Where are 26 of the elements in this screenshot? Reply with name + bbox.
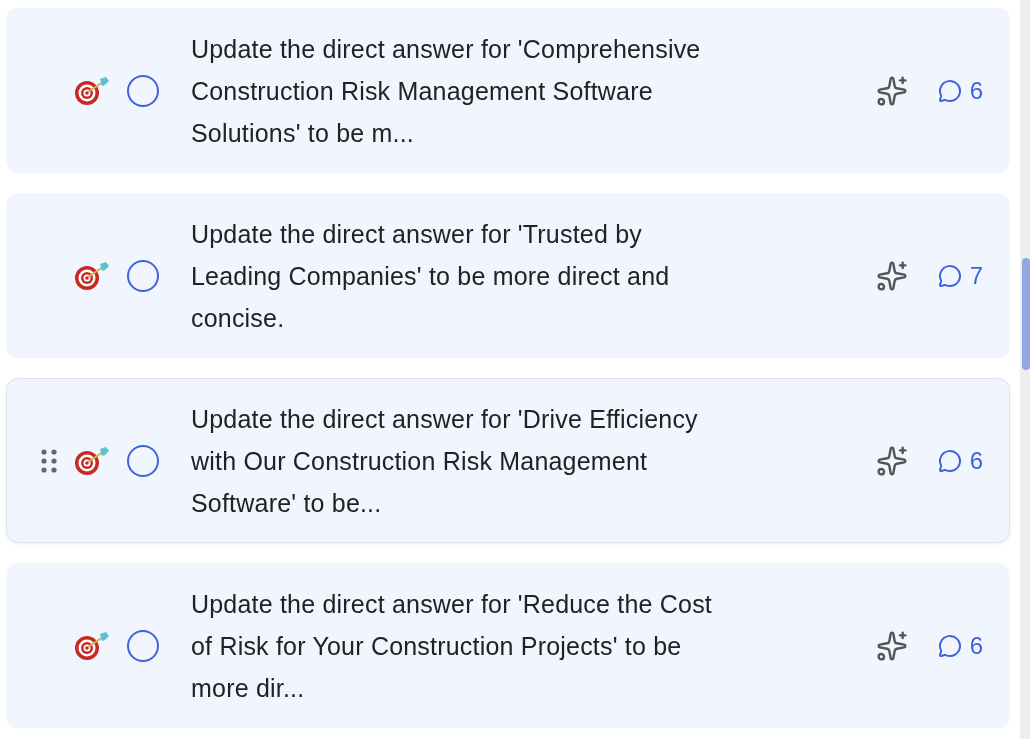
sparkle-icon[interactable] — [875, 259, 908, 292]
sparkle-icon[interactable] — [875, 74, 908, 107]
comments-button[interactable]: 7 — [937, 261, 983, 290]
comments-button[interactable]: 6 — [937, 76, 983, 105]
task-title: Update the direct answer for 'Trusted by Leading Companies' to be more direct and concise. — [191, 218, 671, 334]
task-card[interactable]: Update the direct answer for 'Trusted by Leading Companies' to be more direct and concise. 7 — [6, 193, 1010, 358]
task-card[interactable]: Update the direct answer for 'Reduce the Cost of Risk for Your Construction Projects' to be more dir... 6 — [6, 563, 1010, 728]
comments-button[interactable]: 6 — [937, 631, 983, 660]
target-icon — [73, 629, 111, 662]
task-title: Update the direct answer for 'Drive Efficiency with Our Construction Risk Management Software' to be... — [191, 403, 699, 519]
task-checkbox[interactable] — [127, 259, 159, 292]
sparkle-icon[interactable] — [875, 444, 908, 477]
target-icon — [73, 444, 111, 477]
task-checkbox[interactable] — [127, 74, 159, 107]
task-title: Update the direct answer for 'Reduce the Cost of Risk for Your Construction Projects' to be more dir... — [191, 588, 713, 704]
comments-button[interactable]: 6 — [937, 446, 983, 475]
target-icon — [73, 74, 111, 107]
sparkle-icon[interactable] — [875, 629, 908, 662]
task-title: Update the direct answer for 'Comprehensive Construction Risk Management Software Solutions' to be m... — [191, 33, 702, 149]
task-card[interactable]: Update the direct answer for 'Drive Efficiency with Our Construction Risk Management Software' to be... 6 — [6, 378, 1010, 543]
drag-handle-icon[interactable] — [41, 448, 57, 473]
task-checkbox[interactable] — [127, 629, 159, 662]
task-checkbox[interactable] — [127, 444, 159, 477]
task-card[interactable]: Update the direct answer for 'Comprehensive Construction Risk Management Software Solutions' to be m... 6 — [6, 8, 1010, 173]
target-icon — [73, 259, 111, 292]
scrollbar-thumb[interactable] — [1022, 258, 1030, 370]
